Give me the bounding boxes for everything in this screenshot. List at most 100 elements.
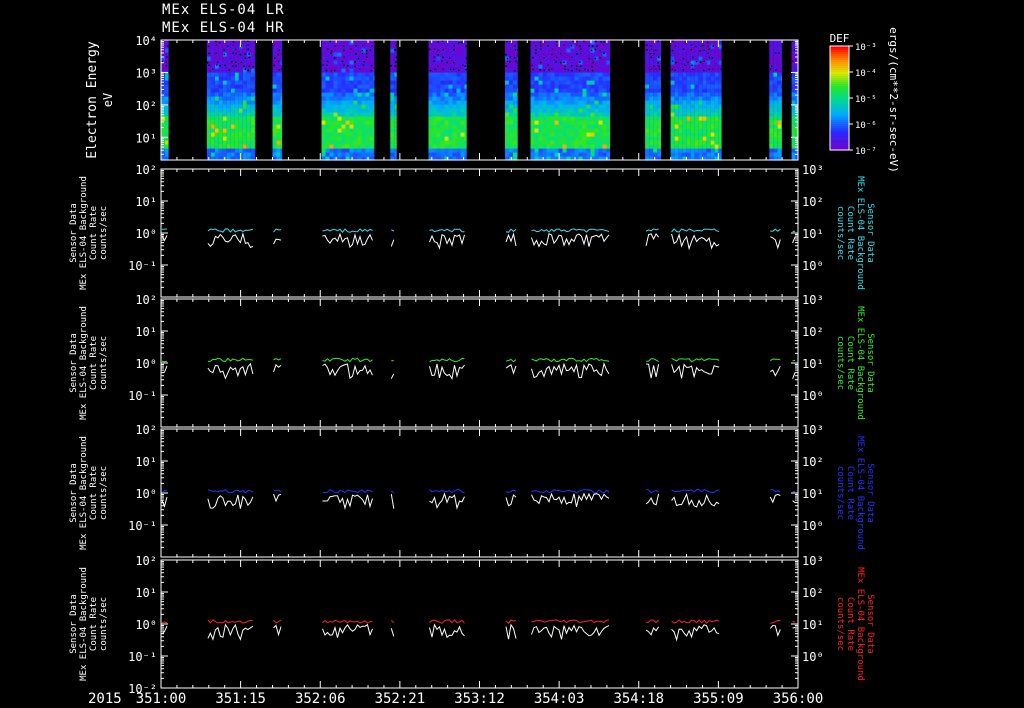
spectrogram-cell xyxy=(394,136,397,141)
spectrogram-cell xyxy=(602,152,607,157)
spectrogram-cell xyxy=(517,72,518,77)
spectrogram-cell xyxy=(369,40,374,45)
spectrogram-gap-pixel xyxy=(248,56,251,58)
spectrogram-cell xyxy=(234,96,239,101)
spectrogram-cell xyxy=(337,52,342,57)
spectrogram-cell xyxy=(538,136,543,141)
spectrogram-cell xyxy=(345,92,350,97)
spectrogram-cell xyxy=(546,72,551,77)
spectrogram-cell xyxy=(706,132,711,137)
spectrogram-cell xyxy=(606,52,611,57)
spectrogram-gap-pixel xyxy=(362,44,364,47)
spectrogram-cell xyxy=(329,72,334,77)
spectrogram-cell xyxy=(534,132,539,137)
spectrogram-cell xyxy=(694,116,699,121)
spectrogram-cell xyxy=(509,96,513,101)
spectrogram-cell xyxy=(272,144,277,149)
spectrogram-cell xyxy=(234,132,239,137)
spectrogram-cell xyxy=(645,144,650,149)
spectrogram-gap-pixel xyxy=(584,68,586,70)
spectrogram-cell xyxy=(230,72,235,77)
spectrogram-cell xyxy=(773,140,778,145)
spectrogram-cell xyxy=(670,56,675,61)
spectrogram-cell xyxy=(214,88,219,93)
spectrogram-cell xyxy=(645,40,650,45)
spectrogram-cell xyxy=(773,124,778,129)
spectrogram-cell xyxy=(394,88,397,93)
spectrogram-cell xyxy=(566,48,571,53)
spectrogram-cell xyxy=(578,136,583,141)
spectrogram-gap-pixel xyxy=(370,69,373,72)
spectrogram-cell xyxy=(206,48,211,53)
spectrogram-cell xyxy=(678,76,683,81)
spectrogram-cell xyxy=(590,124,595,129)
spectrogram-cell xyxy=(546,52,551,57)
spectrogram-cell xyxy=(250,76,255,81)
spectrogram-cell xyxy=(361,116,366,121)
spectrogram-cell xyxy=(674,148,679,153)
spectrogram-cell xyxy=(645,68,650,73)
spectrogram-cell xyxy=(210,52,215,57)
spectrogram-cell xyxy=(530,116,535,121)
spectrogram-cell xyxy=(517,116,518,121)
spectrogram-cell xyxy=(513,40,517,45)
spectrogram-cell xyxy=(444,148,449,153)
spectrogram-gap-pixel xyxy=(535,52,537,54)
spectrogram-cell xyxy=(226,92,231,97)
spectrogram-cell xyxy=(444,120,449,125)
spectrogram-cell xyxy=(432,40,437,45)
spectrogram-cell xyxy=(570,88,575,93)
spectrogram-cell xyxy=(165,140,169,145)
spectrogram-cell xyxy=(444,76,449,81)
spectrogram-cell xyxy=(321,60,326,65)
spectrogram-cell xyxy=(390,84,395,89)
spectrogram-cell xyxy=(440,112,445,117)
spectrogram-cell xyxy=(590,120,595,125)
spectrogram-cell xyxy=(276,56,281,61)
spectrogram-cell xyxy=(714,108,719,113)
spectrogram-gap-pixel xyxy=(255,60,257,62)
spectrogram-cell xyxy=(280,96,283,101)
spectrogram-cell xyxy=(777,148,782,153)
spectrogram-cell xyxy=(464,132,467,137)
spectrogram-cell xyxy=(586,124,591,129)
spectrogram-cell xyxy=(791,92,796,97)
spectrogram-cell xyxy=(686,116,691,121)
spectrogram-cell xyxy=(456,56,461,61)
spectrogram-cell xyxy=(690,148,695,153)
spectrogram-cell xyxy=(674,88,679,93)
spectrogram-cell xyxy=(509,92,513,97)
spectrogram-cell xyxy=(554,92,559,97)
spectrogram-cell xyxy=(714,60,719,65)
series-line-white xyxy=(429,623,465,639)
spectrogram-cell xyxy=(586,136,591,141)
series-line-primary xyxy=(322,619,373,624)
spectrogram-cell xyxy=(657,92,661,97)
spectrogram-cell xyxy=(390,56,395,61)
spectrogram-gap-pixel xyxy=(567,69,570,71)
spectrogram-cell xyxy=(394,92,397,97)
series-line-primary xyxy=(531,228,610,233)
spectrogram-cell xyxy=(345,100,350,105)
spectrogram-cell xyxy=(206,132,211,137)
series-line-white xyxy=(273,624,282,637)
spectrogram-cell xyxy=(570,48,575,53)
spectrogram-cell xyxy=(325,52,330,57)
spectrogram-cell xyxy=(444,88,449,93)
spectrogram-cell xyxy=(574,104,579,109)
spectrogram-cell xyxy=(530,84,535,89)
spectrogram-cell xyxy=(246,60,251,65)
spectrogram-cell xyxy=(337,88,342,93)
spectrogram-cell xyxy=(250,52,255,57)
spectrogram-cell xyxy=(517,128,518,133)
spectrogram-cell xyxy=(554,72,559,77)
spectrogram-cell xyxy=(373,120,375,125)
spectrogram-cell xyxy=(452,116,457,121)
spectrogram-cell xyxy=(460,120,465,125)
spectrogram-cell xyxy=(586,104,591,109)
spectrogram-cell xyxy=(226,152,231,157)
spectrogram-cell xyxy=(682,148,687,153)
spectrogram-cell xyxy=(218,108,223,113)
spectrogram-cell xyxy=(513,128,517,133)
spectrogram-cell xyxy=(428,152,433,157)
